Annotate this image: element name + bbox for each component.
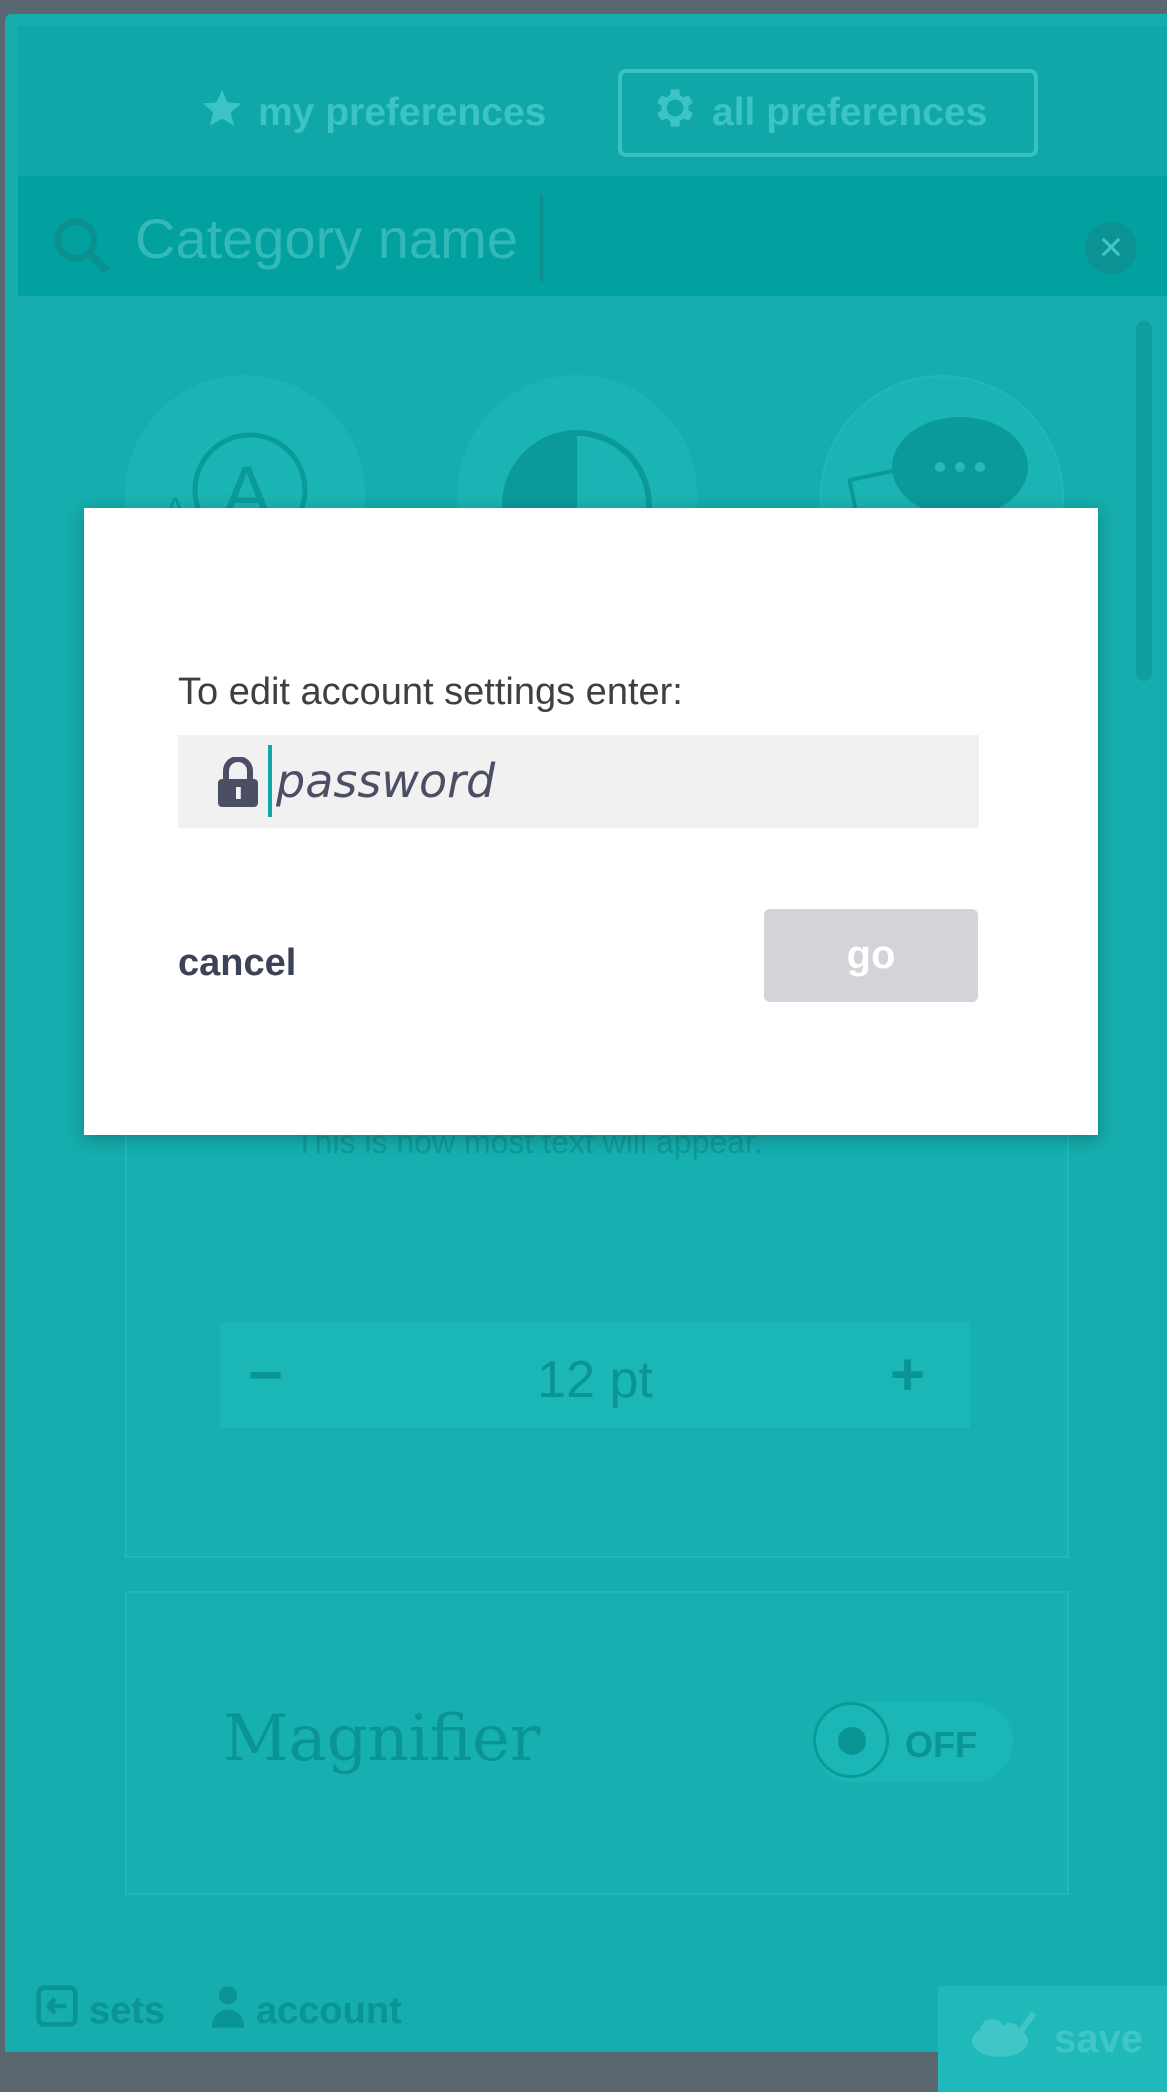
save-button[interactable]: save bbox=[938, 1986, 1167, 2092]
clear-search-button[interactable]: × bbox=[1085, 222, 1137, 274]
sets-button[interactable]: sets bbox=[35, 1984, 165, 2038]
magnifier-title: Magnifier bbox=[223, 1702, 541, 1776]
account-button[interactable]: account bbox=[210, 1984, 402, 2038]
account-label: account bbox=[256, 1989, 402, 2032]
go-button[interactable]: go bbox=[764, 909, 978, 1002]
font-size-value: 12 pt bbox=[537, 1351, 653, 1409]
close-icon: × bbox=[1098, 223, 1124, 270]
cancel-button[interactable]: cancel bbox=[178, 942, 296, 985]
cloud-check-icon bbox=[968, 2009, 1038, 2069]
star-icon bbox=[200, 86, 244, 140]
search-icon bbox=[50, 214, 112, 281]
magnifier-toggle[interactable]: OFF bbox=[813, 1702, 1013, 1782]
toggle-knob bbox=[813, 1702, 889, 1778]
sets-label: sets bbox=[89, 1989, 166, 2032]
scrollbar[interactable] bbox=[1136, 321, 1152, 681]
gear-icon bbox=[648, 83, 698, 143]
user-icon bbox=[210, 1984, 246, 2038]
password-input[interactable] bbox=[268, 745, 966, 817]
increase-button[interactable]: + bbox=[890, 1340, 925, 1409]
tab-all-preferences-label: all preferences bbox=[712, 91, 988, 134]
tab-my-preferences[interactable]: my preferences bbox=[200, 69, 546, 157]
lock-icon bbox=[216, 756, 260, 812]
header-bar: my preferences all preferences bbox=[18, 26, 1167, 176]
tab-all-preferences[interactable]: all preferences bbox=[618, 69, 1038, 157]
back-arrow-icon bbox=[35, 1984, 79, 2038]
password-dialog: To edit account settings enter: cancel g… bbox=[84, 508, 1098, 1135]
tab-my-preferences-label: my preferences bbox=[258, 91, 547, 134]
toggle-label: OFF bbox=[905, 1724, 977, 1765]
search-input[interactable] bbox=[135, 194, 543, 282]
password-field bbox=[178, 735, 979, 828]
font-size-stepper: − 12 pt + bbox=[220, 1322, 970, 1428]
save-label: save bbox=[1054, 2016, 1143, 2061]
dialog-prompt: To edit account settings enter: bbox=[178, 671, 683, 713]
